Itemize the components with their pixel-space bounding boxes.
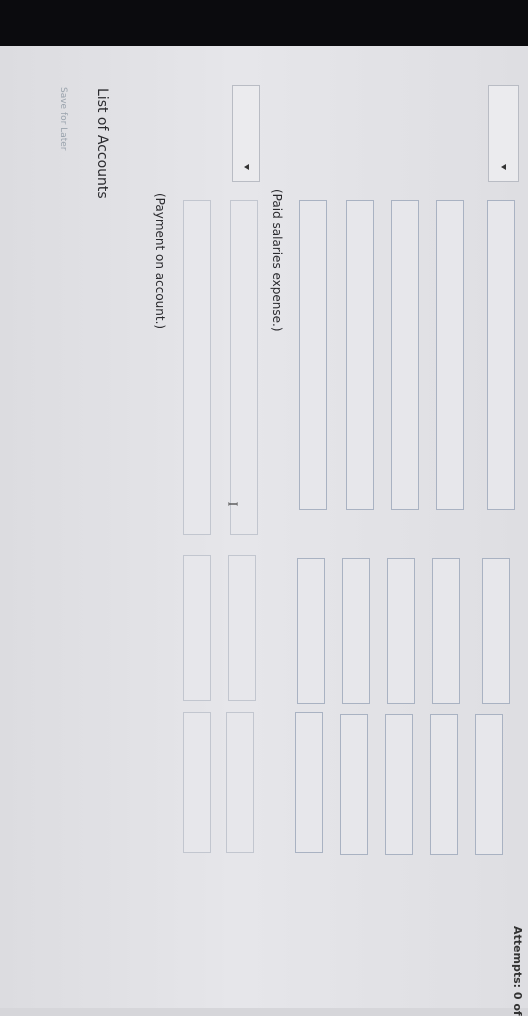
entry-cell[interactable] [436, 200, 464, 510]
entry-cell[interactable] [299, 200, 327, 510]
entry-cell[interactable] [340, 714, 368, 855]
entry-cell[interactable] [183, 712, 211, 853]
entry-cell[interactable] [230, 200, 258, 535]
monitor-bezel [0, 0, 528, 46]
entry-cell[interactable] [391, 200, 419, 510]
entry-cell[interactable] [487, 200, 515, 510]
entry-cell[interactable] [183, 555, 211, 701]
entry-cell[interactable] [385, 714, 413, 855]
text-cursor-icon: I [225, 501, 240, 507]
save-for-later-button[interactable]: Save for Later [58, 87, 68, 150]
entry-cell[interactable] [432, 558, 460, 704]
chevron-down-icon [244, 164, 249, 170]
entry-cell[interactable] [295, 712, 323, 853]
list-of-accounts-link[interactable]: List of Accounts [94, 88, 110, 199]
journal-entry-form [0, 46, 528, 1008]
entry-cell[interactable] [430, 714, 458, 855]
entry-note-payment-on-account: (Payment on account.) [153, 193, 167, 330]
entry-cell[interactable] [297, 558, 325, 704]
attempts-counter: Attempts: 0 of [511, 926, 524, 1016]
entry-cell[interactable] [226, 712, 254, 853]
entry-cell[interactable] [183, 200, 211, 535]
chevron-down-icon [501, 164, 506, 170]
entry-cell[interactable] [228, 555, 256, 701]
entry-cell[interactable] [475, 714, 503, 855]
entry-note-paid-salaries: (Paid salaries expense.) [270, 189, 284, 332]
entry-cell[interactable] [482, 558, 510, 704]
entry-cell[interactable] [346, 200, 374, 510]
entry-cell[interactable] [387, 558, 415, 704]
entry-cell[interactable] [342, 558, 370, 704]
account-dropdown-entry[interactable] [232, 85, 260, 182]
account-dropdown-top[interactable] [488, 85, 519, 182]
